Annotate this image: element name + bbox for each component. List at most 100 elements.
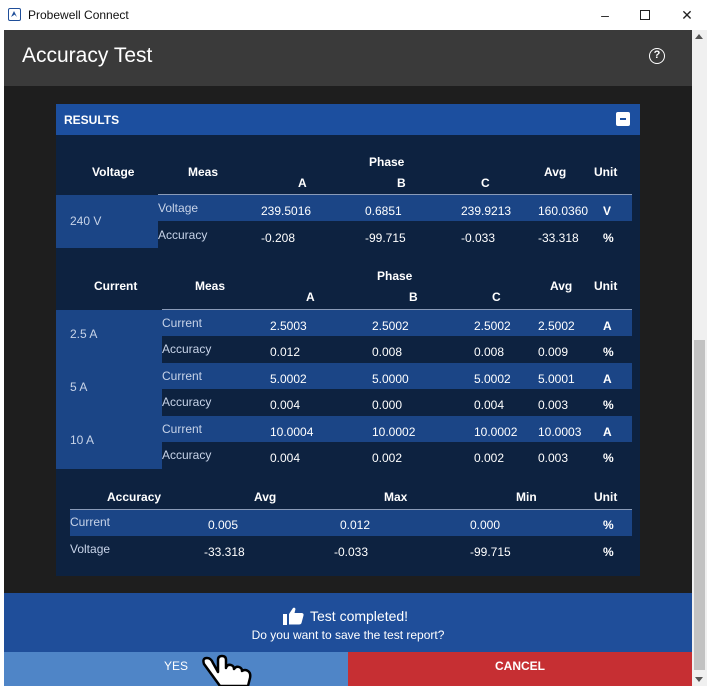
table-cell: 0.004: [270, 451, 301, 465]
table-cell: 0.003: [538, 398, 569, 412]
avg-header: Avg: [550, 279, 573, 293]
table-cell: 0.000: [372, 398, 403, 412]
vertical-scrollbar[interactable]: [692, 30, 707, 686]
table-cell: A: [603, 372, 612, 386]
phase-header: Phase: [377, 269, 413, 283]
table-cell: Current: [162, 316, 203, 330]
current-group-label: 10 A: [70, 433, 95, 447]
results-panel: RESULTS Voltage Meas Phase A B C Avg Uni…: [56, 104, 640, 576]
help-icon[interactable]: ?: [649, 48, 665, 64]
voltage-group-label: 240 V: [70, 214, 102, 228]
content-area: RESULTS Voltage Meas Phase A B C Avg Uni…: [4, 86, 692, 593]
table-cell: 5.0001: [538, 372, 575, 386]
table-cell: -99.715: [470, 545, 511, 559]
phase-b-header: B: [397, 176, 406, 190]
cancel-button[interactable]: CANCEL: [348, 652, 692, 686]
table-cell: 10.0002: [372, 425, 416, 439]
unit-header: Unit: [594, 490, 618, 504]
table-cell: 160.0360: [538, 204, 589, 218]
window: Probewell Connect – ✕ Accuracy Test ? RE…: [0, 0, 707, 686]
meas-header: Meas: [195, 279, 226, 293]
table-cell: A: [603, 425, 612, 439]
table-cell: 5.0002: [474, 372, 511, 386]
table-cell: 0.002: [474, 451, 505, 465]
avg-header: Avg: [544, 165, 567, 179]
table-cell: A: [603, 319, 612, 333]
table-cell: 2.5003: [270, 319, 307, 333]
table-cell: %: [603, 545, 614, 559]
results-panel-header[interactable]: RESULTS: [56, 104, 640, 135]
table-cell: 0.004: [474, 398, 505, 412]
table-cell: -0.033: [334, 545, 369, 559]
table-cell: 2.5002: [372, 319, 409, 333]
table-cell: Voltage: [158, 201, 199, 215]
scroll-up-arrow-icon[interactable]: [695, 34, 703, 39]
collapse-icon[interactable]: [616, 112, 630, 126]
table-cell: 0.009: [538, 345, 569, 359]
close-button[interactable]: ✕: [672, 4, 702, 26]
table-cell: 239.5016: [261, 204, 312, 218]
phase-b-header: B: [409, 290, 418, 304]
app-logo-icon: [8, 8, 21, 21]
yes-button[interactable]: YES: [4, 652, 348, 686]
min-header: Min: [516, 490, 537, 504]
unit-header: Unit: [594, 279, 618, 293]
max-header: Max: [384, 490, 408, 504]
banner-subtitle: Do you want to save the test report?: [251, 628, 445, 642]
table-cell: Accuracy: [162, 342, 212, 356]
table-cell: Voltage: [70, 542, 111, 556]
banner-title: Test completed!: [310, 608, 409, 624]
phase-c-header: C: [492, 290, 501, 304]
table-cell: %: [603, 398, 614, 412]
table-cell: -0.208: [261, 231, 296, 245]
table-cell: -0.033: [461, 231, 496, 245]
hand-pointer-icon: [202, 654, 252, 686]
table-cell: 0.012: [340, 518, 371, 532]
unit-header: Unit: [594, 165, 618, 179]
table-cell: 5.0002: [270, 372, 307, 386]
table-cell: 0.004: [270, 398, 301, 412]
table-cell: 0.008: [372, 345, 403, 359]
current-header: Current: [94, 279, 138, 293]
table-cell: -33.318: [538, 231, 579, 245]
table-cell: Accuracy: [162, 448, 212, 462]
results-panel-title: RESULTS: [64, 113, 120, 127]
table-cell: 0.002: [372, 451, 403, 465]
voltage-header: Voltage: [92, 165, 135, 179]
table-cell: %: [603, 451, 614, 465]
table-cell: 10.0003: [538, 425, 582, 439]
table-cell: 5.0000: [372, 372, 409, 386]
minimize-button[interactable]: –: [590, 4, 620, 26]
table-cell: Current: [162, 369, 203, 383]
table-cell: %: [603, 518, 614, 532]
table-cell: 0.6851: [365, 204, 402, 218]
accuracy-header: Accuracy: [107, 490, 162, 504]
avg-header: Avg: [254, 490, 277, 504]
scroll-down-arrow-icon[interactable]: [695, 677, 703, 682]
table-cell: -99.715: [365, 231, 406, 245]
current-group-label: 2.5 A: [70, 327, 98, 341]
table-cell: Current: [70, 515, 111, 529]
thumbs-up-icon: [283, 607, 304, 625]
table-cell: %: [603, 345, 614, 359]
table-cell: Current: [162, 422, 203, 436]
scrollbar-thumb[interactable]: [694, 340, 705, 670]
table-cell: V: [603, 204, 612, 218]
title-bar[interactable]: Probewell Connect – ✕: [0, 0, 707, 30]
maximize-button[interactable]: [630, 4, 660, 26]
phase-header: Phase: [369, 155, 405, 169]
table-cell: 0.005: [208, 518, 239, 532]
phase-a-header: A: [298, 176, 307, 190]
phase-c-header: C: [481, 176, 490, 190]
table-cell: 0.008: [474, 345, 505, 359]
table-cell: -33.318: [204, 545, 245, 559]
table-cell: 0.003: [538, 451, 569, 465]
meas-header: Meas: [188, 165, 219, 179]
table-cell: 239.9213: [461, 204, 512, 218]
table-cell: 10.0004: [270, 425, 314, 439]
current-group-label: 5 A: [70, 380, 88, 394]
app-header: Accuracy Test ?: [4, 30, 692, 86]
table-cell: 2.5002: [538, 319, 575, 333]
window-title: Probewell Connect: [28, 8, 129, 22]
table-cell: %: [603, 231, 614, 245]
